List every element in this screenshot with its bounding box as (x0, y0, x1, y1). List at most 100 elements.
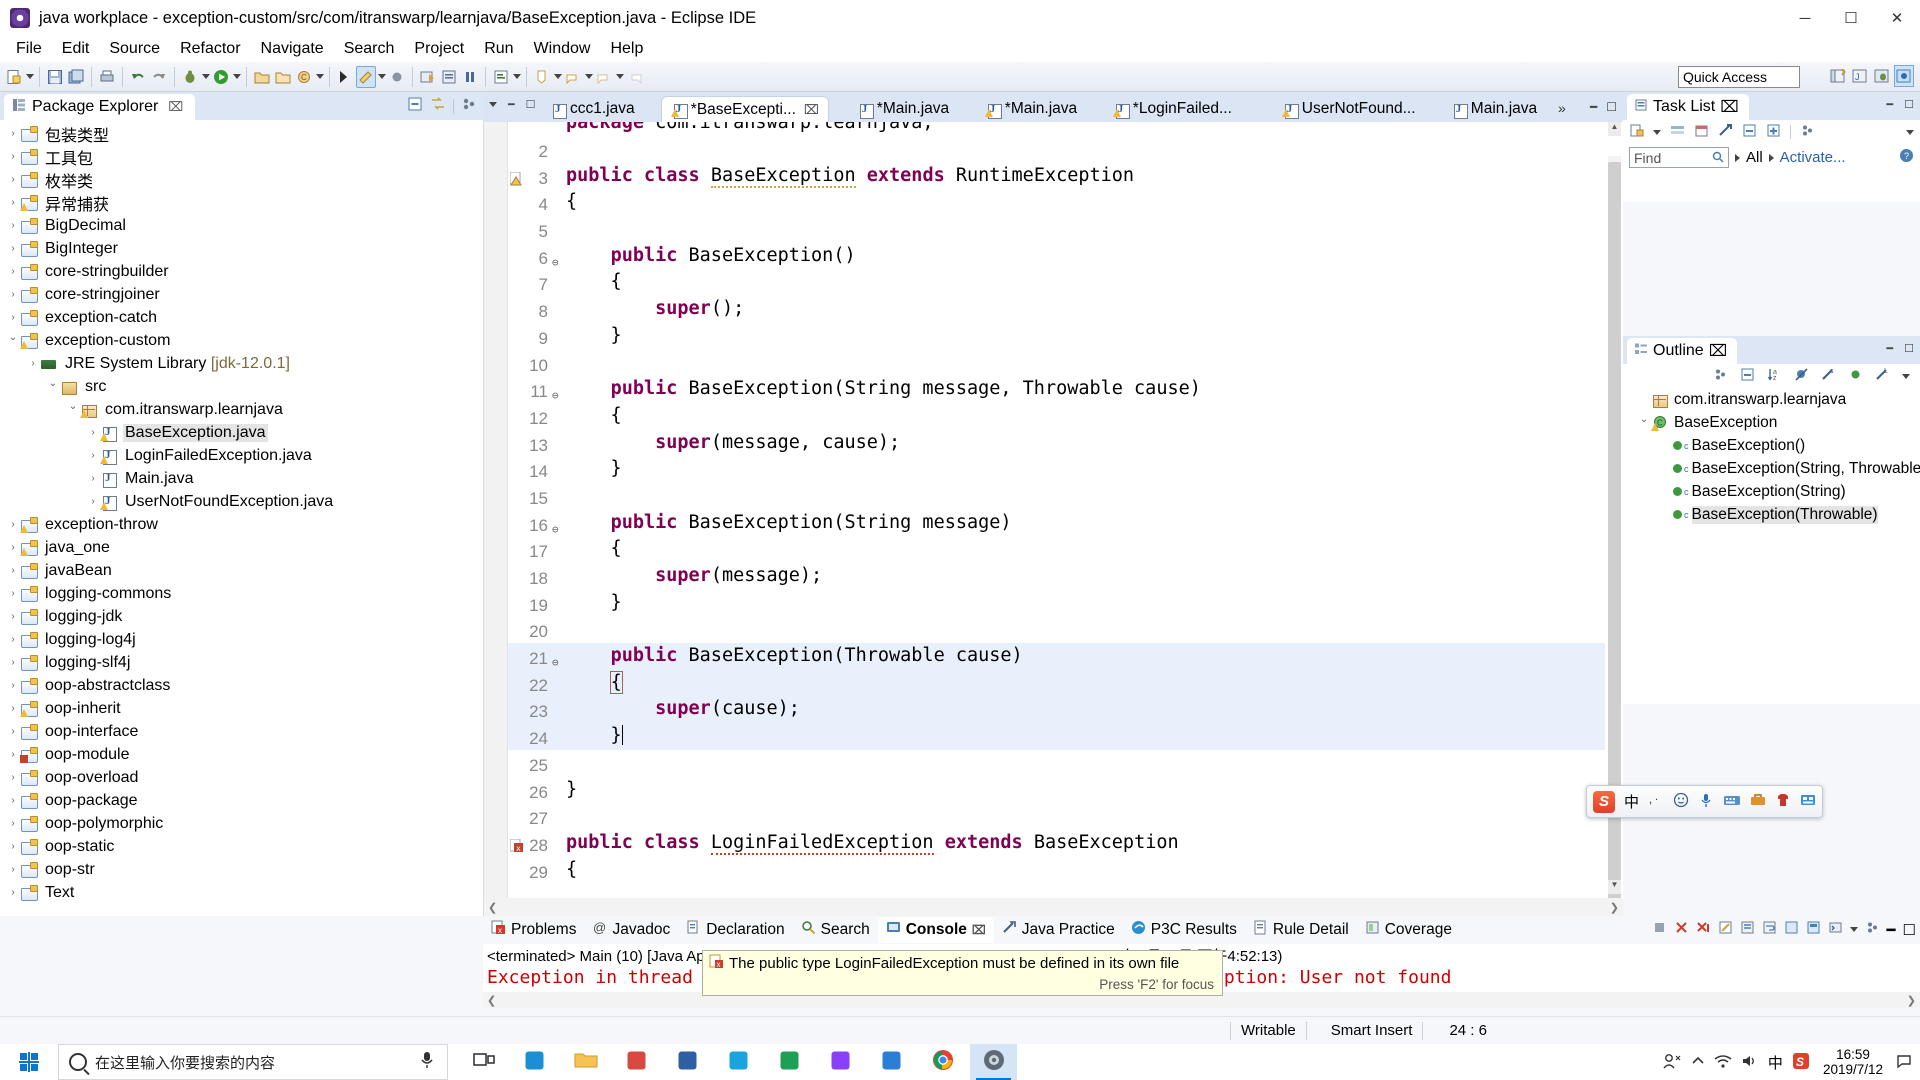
taskbar-app-edge[interactable] (511, 1044, 558, 1080)
undo-icon[interactable] (128, 66, 148, 88)
back-icon[interactable] (594, 66, 614, 88)
activate-chevron-icon[interactable] (1768, 153, 1774, 162)
taskbar-app-mail[interactable] (664, 1044, 711, 1080)
minimize-icon[interactable]: ━ (1887, 98, 1894, 111)
scroll-left-icon[interactable]: ❮ (488, 901, 497, 914)
search-references-icon[interactable] (491, 66, 511, 88)
previous-edit-dropdown-icon[interactable] (584, 66, 593, 88)
code-line[interactable]: 10 (508, 350, 1605, 377)
code-line[interactable]: 8 super(); (508, 296, 1605, 323)
tree-item[interactable]: 枚举类 (0, 168, 483, 191)
console-tab[interactable]: @ Javadoc (584, 917, 678, 943)
tree-expand-arrow[interactable] (6, 588, 20, 599)
close-button[interactable]: ✕ (1874, 0, 1920, 36)
code-line[interactable]: 6 ⊖ public BaseException() (508, 243, 1605, 270)
taskbar-search-box[interactable]: 在这里输入你要搜索的内容 (58, 1044, 448, 1080)
people-icon[interactable] (1662, 1052, 1682, 1073)
all-filter-chevron-icon[interactable] (1735, 153, 1740, 162)
menu-item-help[interactable]: Help (600, 38, 653, 60)
previous-edit-icon[interactable] (563, 66, 583, 88)
menu-item-project[interactable]: Project (404, 38, 474, 60)
debug-dropdown-icon[interactable] (201, 66, 210, 88)
start-button[interactable] (0, 1044, 58, 1080)
code-line[interactable]: 24 } (508, 723, 1605, 750)
tree-expand-arrow[interactable] (46, 381, 60, 392)
code-line[interactable]: 18 super(message); (508, 563, 1605, 590)
tree-expand-arrow[interactable] (6, 220, 20, 231)
package-explorer-tree[interactable]: 包装类型工具包枚举类异常捕获 BigDecimal BigInteger core-s… (0, 120, 483, 916)
tree-item[interactable]: BigDecimal (0, 214, 483, 237)
console-tab[interactable]: Declaration (678, 917, 792, 943)
tree-expand-arrow[interactable] (66, 404, 80, 415)
console-tab[interactable]: x Problems (483, 917, 584, 943)
outline-item[interactable]: c BaseException(String, Throwable) (1623, 457, 1920, 480)
new-package-icon[interactable] (273, 66, 293, 88)
tree-item[interactable]: logging-slf4j (0, 651, 483, 674)
console-view-menu-icon[interactable] (1865, 920, 1880, 939)
tree-item[interactable]: 工具包 (0, 145, 483, 168)
terminate-icon[interactable] (1652, 920, 1667, 939)
tree-expand-arrow[interactable] (6, 841, 20, 852)
editor-restore-icon[interactable]: ━ (1590, 100, 1597, 114)
tree-item[interactable]: oop-interface (0, 720, 483, 743)
outline-view-menu-icon[interactable] (1902, 373, 1910, 379)
back-dropdown-icon[interactable] (615, 66, 624, 88)
tree-expand-arrow[interactable] (6, 128, 20, 139)
code-line[interactable]: 16 ⊖ public BaseException(String message) (508, 510, 1605, 537)
categorize-icon[interactable] (1670, 123, 1685, 142)
tree-item[interactable]: core-stringjoiner (0, 283, 483, 306)
tree-expand-arrow[interactable] (86, 473, 100, 484)
code-line[interactable]: 19 } (508, 590, 1605, 617)
tree-expand-arrow[interactable] (86, 450, 100, 461)
tree-expand-arrow[interactable] (6, 335, 20, 346)
collapse-all-icon[interactable] (407, 96, 423, 116)
tree-expand-arrow[interactable] (6, 680, 20, 691)
tree-item[interactable]: oop-abstractclass (0, 674, 483, 697)
annotation-dropdown-icon[interactable] (377, 66, 386, 88)
expand-all-icon[interactable] (1766, 123, 1781, 142)
tree-expand-arrow[interactable] (6, 726, 20, 737)
run-icon[interactable] (211, 66, 231, 88)
run-dropdown-icon[interactable] (232, 66, 241, 88)
hide-local-icon[interactable]: L (1875, 367, 1890, 386)
task-minimize-icon[interactable] (1906, 129, 1914, 135)
tree-item[interactable]: oop-str (0, 858, 483, 881)
tree-item[interactable]: com.itranswarp.learnjava (0, 398, 483, 421)
outline-group-icon[interactable] (1713, 367, 1728, 386)
tree-expand-arrow[interactable] (6, 519, 20, 530)
next-annotation-icon[interactable] (532, 66, 552, 88)
taskbar-app-chrome[interactable] (919, 1044, 966, 1080)
new-dropdown-icon[interactable] (25, 66, 34, 88)
pin-console-icon[interactable] (1784, 920, 1799, 939)
tree-expand-arrow[interactable] (6, 289, 20, 300)
hide-nonpublic-icon[interactable] (1848, 367, 1863, 386)
skin-icon[interactable] (1775, 792, 1791, 812)
menu-item-file[interactable]: File (6, 38, 52, 60)
edit-annotation-icon[interactable] (356, 65, 376, 88)
editor-tab[interactable]: *BaseExcepti... ⌧ (660, 96, 829, 122)
redo-icon[interactable] (149, 66, 169, 88)
maximize-editor-icon[interactable]: ☐ (526, 98, 536, 111)
tree-item[interactable]: exception-custom (0, 329, 483, 352)
editor-maximize-icon[interactable]: ☐ (1606, 100, 1617, 114)
tree-item[interactable]: oop-module (0, 743, 483, 766)
perspective-java-ee-icon[interactable] (1894, 65, 1914, 87)
tree-item[interactable]: JRE System Library [jdk-12.0.1] (0, 352, 483, 375)
new-class-icon[interactable]: C (294, 66, 314, 88)
code-line[interactable]: 5 (508, 216, 1605, 243)
ime-menu-icon[interactable] (1800, 792, 1816, 812)
remove-all-icon[interactable] (1696, 920, 1711, 939)
code-line[interactable]: 23 super(cause); (508, 696, 1605, 724)
tree-item[interactable]: logging-log4j (0, 628, 483, 651)
microphone-icon[interactable] (419, 1050, 435, 1074)
editor-horizontal-scrollbar[interactable]: ❮ ❯ (484, 898, 1623, 916)
chinese-mode-label[interactable]: 中 (1624, 791, 1639, 812)
open-console-icon[interactable] (1828, 920, 1843, 939)
collapse-all-icon[interactable] (1742, 123, 1757, 142)
close-icon[interactable]: ⌧ (972, 923, 986, 937)
quick-access-field[interactable]: Quick Access (1678, 66, 1800, 88)
tab-task-list[interactable]: Task List ⌧ (1627, 94, 1749, 120)
editor-tab[interactable]: Main.java (1442, 96, 1546, 122)
sort-icon[interactable]: az (1767, 367, 1782, 386)
code-line[interactable]: 2 (508, 136, 1605, 163)
